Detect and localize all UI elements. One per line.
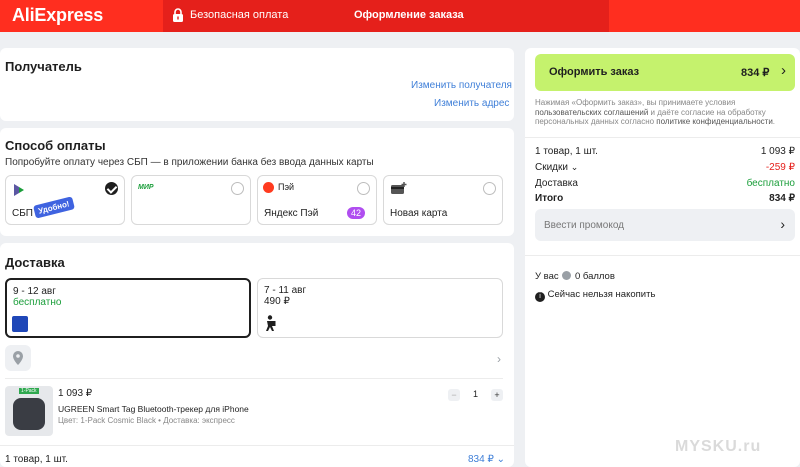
yandex-pay-points-badge: 42 — [347, 207, 366, 219]
product-thumbnail[interactable]: 1-Pack — [5, 386, 53, 436]
discounts-row[interactable]: Скидки ⌄ -259 ₽ — [535, 162, 795, 173]
payment-title: Способ оплаты — [5, 138, 106, 153]
legal-text: Нажимая «Оформить заказ», вы принимаете … — [535, 98, 736, 107]
legal-notice: Нажимая «Оформить заказ», вы принимаете … — [535, 98, 797, 127]
delivery-option-courier[interactable]: 7 - 11 авг 490 ₽ — [257, 278, 503, 338]
delivery-label: Доставка — [535, 178, 578, 189]
chevron-right-icon: › — [780, 216, 785, 232]
accumulate-label: Сейчас нельзя накопить — [547, 289, 656, 300]
map-pin-icon — [13, 351, 23, 365]
sbp-logo-icon — [14, 184, 24, 196]
chevron-down-icon: ⌄ — [496, 454, 505, 465]
item-qty: 1 — [473, 389, 479, 399]
delivery-option-free[interactable]: 9 - 12 авг бесплатно — [5, 278, 251, 338]
product-image — [13, 398, 45, 430]
payment-card: Способ оплаты Попробуйте оплату через СБ… — [0, 128, 514, 236]
sbp-hint: Попробуйте оплату через СБП — в приложен… — [5, 157, 374, 168]
items-row: 1 товар, 1 шт. 1 093 ₽ — [535, 146, 795, 157]
page-title: Оформление заказа — [354, 9, 464, 21]
discounts-value: -259 ₽ — [765, 162, 795, 173]
delivery-price: бесплатно — [13, 297, 62, 308]
chevron-down-icon: ⌄ — [570, 162, 579, 172]
courier-icon — [266, 315, 276, 331]
chevron-right-icon: › — [781, 62, 786, 79]
delivery-date: 9 - 12 авг — [13, 286, 56, 297]
place-order-label: Оформить заказ — [549, 66, 640, 78]
delivery-card: Доставка 9 - 12 авг бесплатно 7 - 11 авг… — [0, 243, 514, 467]
delivery-price: 490 ₽ — [264, 296, 290, 307]
place-order-button[interactable]: Оформить заказ 834 ₽ › — [535, 54, 795, 91]
items-value: 1 093 ₽ — [760, 146, 795, 157]
aliexpress-logo[interactable]: AliExpress — [12, 5, 103, 26]
legal-text: . — [772, 117, 776, 126]
divider — [5, 378, 503, 379]
total-label: Итого — [535, 193, 564, 204]
points-row: У вас 0 баллов — [535, 271, 795, 282]
total-value: 834 ₽ — [769, 193, 795, 204]
new-card-radio[interactable] — [483, 182, 496, 195]
payment-option-new-card[interactable]: Новая карта — [383, 175, 503, 225]
promo-code-button[interactable]: Ввести промокод › — [535, 209, 795, 241]
item-name[interactable]: UGREEN Smart Tag Bluetooth-трекер для iP… — [58, 404, 249, 414]
change-recipient-link[interactable]: Изменить получателя — [411, 80, 512, 91]
user-agreements-link[interactable]: пользовательских соглашений — [535, 108, 648, 117]
delivery-title: Доставка — [5, 255, 65, 270]
accumulate-row[interactable]: i Сейчас нельзя накопить — [535, 289, 795, 302]
mir-radio[interactable] — [231, 182, 244, 195]
add-card-icon — [391, 182, 407, 194]
divider — [525, 255, 800, 256]
place-order-amount: 834 ₽ — [741, 67, 770, 79]
increase-qty-button[interactable]: + — [491, 389, 503, 401]
yandex-pay-radio[interactable] — [357, 182, 370, 195]
new-card-label: Новая карта — [390, 208, 448, 219]
item-price: 1 093 ₽ — [58, 388, 93, 399]
delivery-date: 7 - 11 авг — [264, 285, 307, 296]
item-meta: Цвет: 1-Pack Cosmic Black • Доставка: эк… — [58, 416, 235, 425]
mir-logo-icon: МИР — [138, 184, 154, 191]
payment-option-yandex-pay[interactable]: Пэй Яндекс Пэй 42 — [257, 175, 377, 225]
cart-item: 1-Pack 1 093 ₽ UGREEN Smart Tag Bluetoot… — [5, 386, 503, 441]
top-header: AliExpress Безопасная оплата Оформление … — [0, 0, 800, 32]
divider — [0, 445, 514, 446]
divider — [525, 137, 800, 138]
convenient-badge: Удобно! — [33, 196, 75, 219]
info-icon: i — [535, 292, 545, 302]
pack-badge: 1-Pack — [19, 388, 39, 394]
pickup-point-row[interactable]: › — [5, 345, 503, 371]
promo-code-label: Ввести промокод — [544, 220, 625, 231]
order-summary-card: Оформить заказ 834 ₽ › Нажимая «Оформить… — [525, 48, 800, 467]
payment-option-mir[interactable]: МИР — [131, 175, 251, 225]
footer-item-count: 1 товар, 1 шт. — [5, 454, 68, 465]
privacy-policy-link[interactable]: политике конфиденциальности — [656, 117, 773, 126]
delivery-row: Доставка бесплатно — [535, 178, 795, 189]
footer-total-toggle[interactable]: 834 ₽ ⌄ — [468, 454, 505, 465]
yandex-pay-label: Яндекс Пэй — [264, 208, 319, 219]
recipient-card: Получатель Изменить получателя Изменить … — [0, 48, 514, 121]
pickup-point-logo-icon — [12, 316, 28, 332]
total-row: Итого 834 ₽ — [535, 193, 795, 204]
watermark: MYSKU.ru — [675, 438, 762, 455]
yandex-pay-brand: Пэй — [278, 182, 295, 192]
recipient-title: Получатель — [5, 59, 82, 74]
secure-payment-label: Безопасная оплата — [190, 9, 289, 21]
points-coin-icon — [562, 271, 572, 280]
delivery-value: бесплатно — [746, 178, 795, 189]
points-prefix: У вас — [535, 271, 559, 282]
yandex-pay-logo-icon — [263, 182, 274, 193]
change-address-link[interactable]: Изменить адрес — [434, 98, 509, 109]
footer-total-value: 834 ₽ — [468, 454, 494, 465]
sbp-label: СБП — [12, 208, 33, 219]
lock-icon — [173, 8, 183, 22]
items-label: 1 товар, 1 шт. — [535, 146, 598, 157]
decrease-qty-button[interactable]: − — [448, 389, 460, 401]
discounts-label: Скидки — [535, 162, 568, 173]
sbp-radio[interactable] — [105, 182, 118, 195]
payment-option-sbp[interactable]: СБП Удобно! — [5, 175, 125, 225]
points-value: 0 баллов — [574, 271, 615, 282]
chevron-right-icon: › — [497, 352, 501, 366]
